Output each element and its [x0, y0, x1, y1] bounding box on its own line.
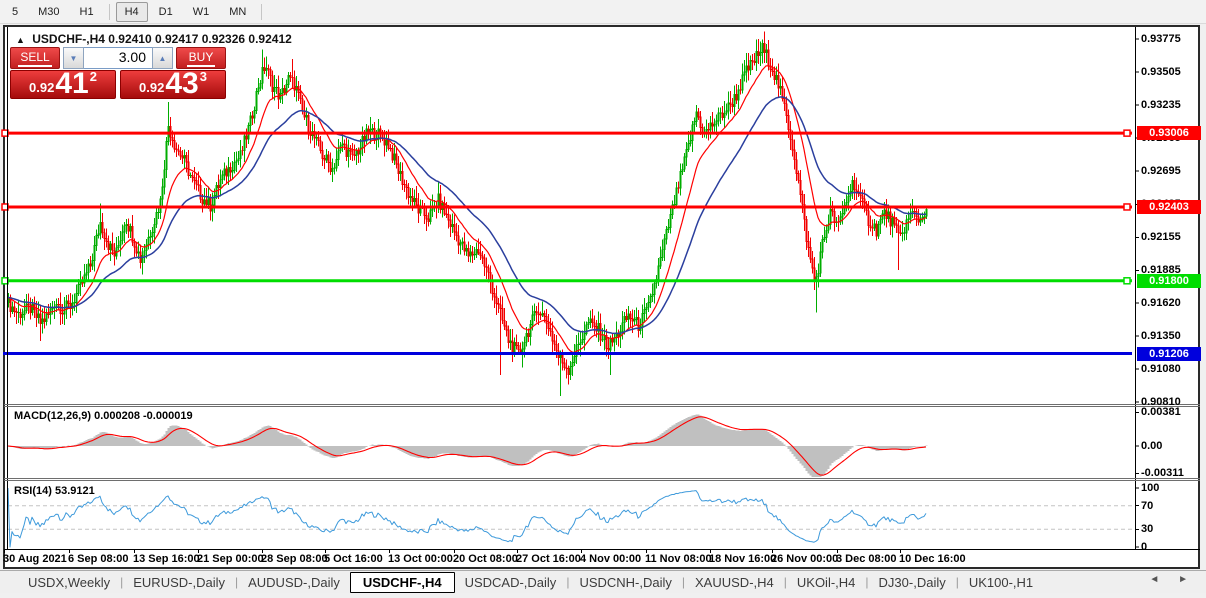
rsi-panel-label: RSI(14) 53.9121	[14, 485, 95, 497]
buy-button[interactable]: BUY	[176, 47, 226, 69]
tab-eurusddaily[interactable]: EURUSD-,Daily	[123, 573, 235, 592]
sell-button-label: SELL	[18, 50, 52, 67]
timeframe-button-d1[interactable]: D1	[150, 2, 182, 22]
sell-price-big: 41	[55, 67, 89, 100]
time-tick-label: 6 Sep 08:00	[68, 553, 129, 565]
sell-price-sup: 2	[89, 69, 97, 84]
time-tick-label: 27 Oct 16:00	[516, 553, 581, 565]
time-tick-label: 13 Oct 00:00	[388, 553, 453, 565]
buy-price-prefix: 0.92	[139, 80, 165, 95]
price-level-badge: 0.92403	[1137, 199, 1201, 214]
buy-price-sup: 3	[199, 69, 207, 84]
macd-tick-label: 0.00381	[1141, 406, 1181, 419]
price-tick-label: 0.91080	[1141, 362, 1181, 375]
sell-price-prefix: 0.92	[29, 80, 55, 95]
tab-usdxweekly[interactable]: USDX,Weekly	[18, 573, 120, 592]
price-tick-label: 0.93235	[1141, 99, 1181, 112]
rsi-tick-label: 100	[1141, 482, 1160, 494]
time-tick-label: 18 Nov 16:00	[709, 553, 777, 565]
toolbar-separator	[108, 3, 110, 20]
status-strip	[0, 593, 1206, 598]
time-tick-label: 5 Oct 16:00	[324, 553, 383, 565]
collapse-icon[interactable]: ▲	[16, 35, 25, 45]
tab-usdchfh4[interactable]: USDCHF-,H4	[349, 571, 455, 593]
time-tick-label: 3 Dec 08:00	[836, 553, 897, 565]
one-click-trading-panel: SELL ▼ 3.00 ▲ BUY 0.92 41 2 0.92 43 3	[10, 47, 226, 99]
application-window: 5 M30 H1 H4 D1 W1 MN ▲ USDCHF-,H4 0.92410 0.92…	[0, 0, 1206, 598]
time-tick-label: 13 Sep 16:00	[133, 553, 200, 565]
price-level-badge: 0.93006	[1137, 126, 1201, 141]
time-tick-label: 30 Aug 2021	[3, 553, 67, 565]
volume-stepper: ▼ 3.00 ▲	[63, 47, 173, 69]
time-tick-label: 21 Sep 00:00	[197, 553, 264, 565]
time-tick-label: 28 Sep 08:00	[261, 553, 328, 565]
chart-ohlc-values: 0.92410 0.92417 0.92326 0.92412	[108, 32, 292, 46]
rsi-tick-label: 0	[1141, 541, 1148, 553]
tab-ukoilh4[interactable]: UKOil-,H4	[787, 573, 866, 592]
buy-price-tile[interactable]: 0.92 43 3	[120, 67, 226, 100]
buy-price-big: 43	[165, 67, 199, 100]
volume-decrease-button[interactable]: ▼	[63, 47, 84, 69]
volume-input[interactable]: 3.00	[84, 47, 152, 69]
tab-scroll-arrows[interactable]: ◄ ►	[1149, 574, 1196, 585]
sell-price-tile[interactable]: 0.92 41 2	[10, 67, 116, 100]
macd-tick-label: -0.00311	[1141, 467, 1184, 480]
timeframe-button-5[interactable]: 5	[3, 2, 27, 22]
chart-title-bar: ▲ USDCHF-,H4 0.92410 0.92417 0.92326 0.9…	[16, 32, 292, 46]
price-level-badge: 0.91206	[1137, 346, 1201, 361]
chart-symbol-label: USDCHF-,H4	[32, 32, 105, 46]
timeframe-button-h4[interactable]: H4	[115, 1, 148, 22]
tab-dj30daily[interactable]: DJ30-,Daily	[869, 573, 956, 592]
time-tick-label: 11 Nov 08:00	[645, 553, 712, 565]
price-tick-label: 0.92695	[1141, 165, 1181, 178]
timeframe-button-w1[interactable]: W1	[184, 2, 219, 22]
macd-tick-label: 0.00	[1141, 440, 1163, 452]
macd-panel-label: MACD(12,26,9) 0.000208 -0.000019	[14, 410, 193, 422]
price-tick-label: 0.93775	[1141, 33, 1181, 45]
tab-usdcaddaily[interactable]: USDCAD-,Daily	[455, 573, 567, 592]
symbol-tabs: USDX,Weekly | EURUSD-,Daily | AUDUSD-,Daily U…	[0, 570, 1206, 593]
time-tick-label: 20 Oct 08:00	[453, 553, 518, 565]
timeframe-button-mn[interactable]: MN	[220, 2, 255, 22]
timeframe-button-m30[interactable]: M30	[29, 2, 68, 22]
price-tick-label: 0.93505	[1141, 66, 1181, 79]
price-tick-label: 0.92155	[1141, 231, 1181, 244]
rsi-tick-label: 30	[1141, 523, 1154, 536]
time-tick-label: 10 Dec 16:00	[899, 553, 966, 565]
sell-button[interactable]: SELL	[10, 47, 60, 69]
buy-button-label: BUY	[186, 50, 216, 67]
rsi-tick-label: 70	[1141, 499, 1154, 512]
tab-usdcnhdaily[interactable]: USDCNH-,Daily	[569, 573, 681, 592]
chart-window	[3, 25, 1200, 569]
price-level-badge: 0.91800	[1137, 273, 1201, 288]
price-tick-label: 0.91620	[1141, 296, 1181, 309]
time-tick-label: 26 Nov 00:00	[771, 553, 839, 565]
timeframe-button-h1[interactable]: H1	[71, 2, 103, 22]
time-tick-label: 4 Nov 00:00	[580, 553, 642, 565]
volume-increase-button[interactable]: ▲	[152, 47, 173, 69]
price-tick-label: 0.91350	[1141, 329, 1181, 342]
timeframe-toolbar: 5 M30 H1 H4 D1 W1 MN	[0, 0, 1206, 24]
tab-audusddaily[interactable]: AUDUSD-,Daily	[238, 573, 350, 592]
toolbar-separator	[261, 3, 263, 20]
tab-uk100h1[interactable]: UK100-,H1	[959, 573, 1043, 592]
tab-xauusdh4[interactable]: XAUUSD-,H4	[685, 573, 784, 592]
